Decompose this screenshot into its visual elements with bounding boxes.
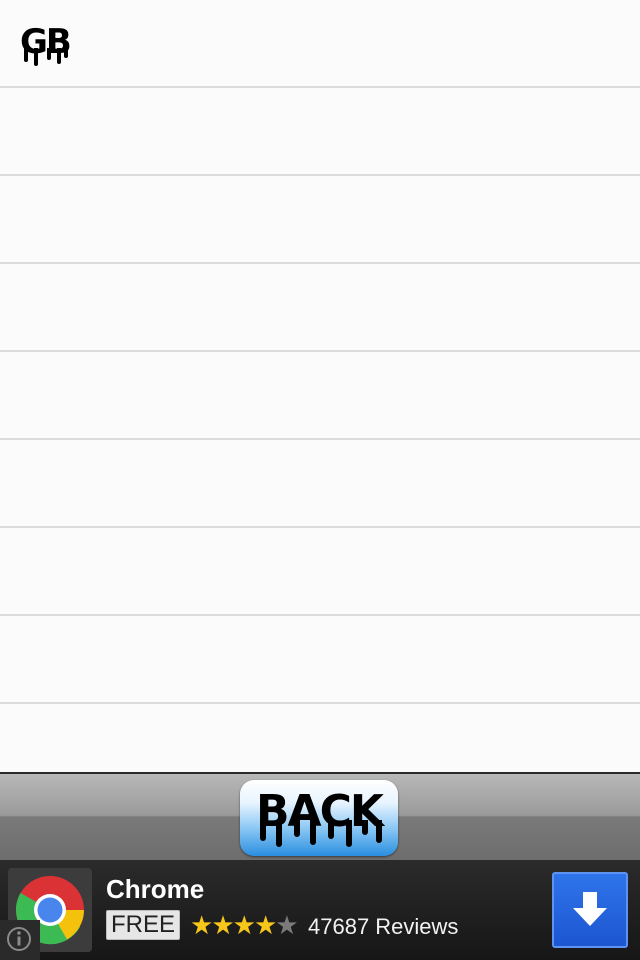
list-item[interactable] bbox=[0, 616, 640, 704]
list-item[interactable] bbox=[0, 352, 640, 440]
back-button[interactable]: BACK bbox=[240, 780, 398, 856]
drip-decoration-icon bbox=[24, 48, 68, 66]
info-icon[interactable] bbox=[0, 920, 40, 960]
list-item[interactable]: GB bbox=[0, 0, 640, 88]
ad-banner[interactable]: Chrome FREE ★★★★★ 47687 Reviews bbox=[0, 860, 640, 960]
download-arrow-icon bbox=[573, 892, 607, 926]
bottom-toolbar: BACK bbox=[0, 772, 640, 860]
drip-decoration-icon bbox=[260, 820, 382, 847]
star-icon: ★ bbox=[232, 910, 256, 940]
list-item[interactable] bbox=[0, 88, 640, 176]
ad-app-name: Chrome bbox=[106, 874, 205, 904]
star-icon: ★ bbox=[190, 910, 213, 940]
list-item[interactable] bbox=[0, 176, 640, 264]
star-empty-icon: ★ bbox=[275, 910, 298, 940]
list-item[interactable] bbox=[0, 440, 640, 528]
review-count: 47687 Reviews bbox=[308, 914, 459, 939]
rating-stars: ★★★★★ bbox=[190, 910, 299, 940]
list-item[interactable] bbox=[0, 704, 640, 772]
star-icon: ★ bbox=[253, 910, 277, 940]
download-button[interactable] bbox=[552, 872, 628, 948]
list-view: GB bbox=[0, 0, 640, 772]
list-item[interactable] bbox=[0, 528, 640, 616]
price-badge: FREE bbox=[106, 910, 181, 940]
star-icon: ★ bbox=[211, 910, 234, 940]
list-item[interactable] bbox=[0, 264, 640, 352]
